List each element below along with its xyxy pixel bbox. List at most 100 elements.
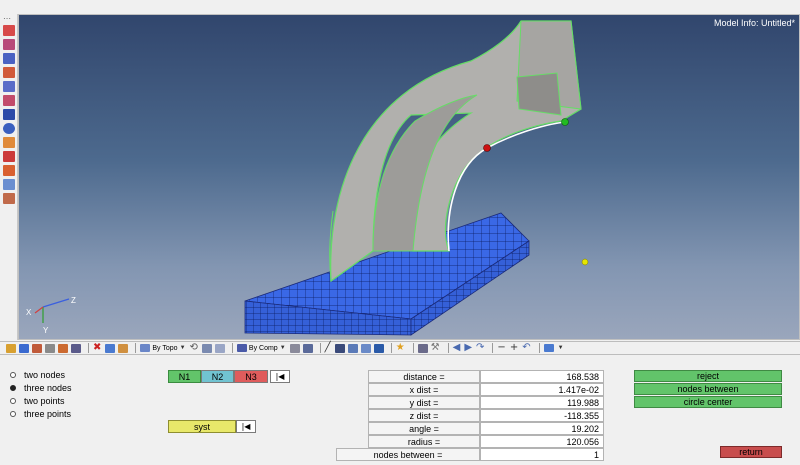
tool-icon-5[interactable]	[58, 343, 68, 353]
wrench-icon[interactable]: ⚒	[431, 343, 440, 353]
left-tool-icon-7[interactable]	[3, 109, 15, 120]
chevron-down-icon: ▼	[557, 345, 564, 351]
tool-icon-15[interactable]	[360, 343, 371, 353]
radio-two-points[interactable]: two points	[10, 396, 65, 406]
delete-icon[interactable]: ✖	[93, 343, 101, 353]
tool-icon-1[interactable]	[6, 343, 16, 353]
monitor-icon[interactable]	[373, 343, 384, 353]
model-scene[interactable]: Z Y X	[19, 15, 800, 340]
angle-value: 19.202	[480, 422, 604, 435]
axis-y-label: Y	[43, 326, 49, 335]
left-tool-icon-3[interactable]	[3, 53, 15, 64]
distance-value: 168.538	[480, 370, 604, 383]
radio-label: three nodes	[24, 383, 72, 393]
nodes-between-value: 1	[480, 448, 604, 461]
arrow-left-icon[interactable]: ◀	[453, 343, 461, 353]
lasso-icon[interactable]: ⟲	[190, 343, 198, 353]
z-dist-label: z dist =	[368, 409, 480, 422]
x-dist-value: 1.417e-02	[480, 383, 604, 396]
tool-icon-9[interactable]	[201, 343, 212, 353]
radio-label: two points	[24, 396, 65, 406]
left-tool-icon-13[interactable]	[3, 193, 15, 204]
extra-dropdown[interactable]: ▼	[543, 344, 564, 352]
tool-icon-17	[543, 344, 554, 352]
syst-button[interactable]: syst	[168, 420, 236, 433]
left-tool-icon-4[interactable]	[3, 67, 15, 78]
yellow-point[interactable]	[581, 258, 589, 266]
nodes-between-label: nodes between =	[336, 448, 480, 461]
axis-triad: Z Y X	[26, 296, 76, 335]
circle-center-button[interactable]: circle center	[634, 396, 782, 408]
star-icon[interactable]: ★	[396, 343, 405, 353]
radio-two-nodes[interactable]: two nodes	[10, 370, 65, 380]
info-icon[interactable]	[3, 123, 15, 134]
toolbar-separator	[390, 343, 392, 353]
reject-button[interactable]: reject	[634, 370, 782, 382]
radio-label: two nodes	[24, 370, 66, 380]
node-reset-button[interactable]: |◀	[270, 370, 290, 383]
line-icon[interactable]: ╱	[325, 343, 331, 353]
return-button[interactable]: return	[720, 446, 782, 458]
radio-dot	[10, 411, 16, 417]
nodes-between-button[interactable]: nodes between	[634, 383, 782, 395]
model-info-label: Model Info: Untitled*	[713, 18, 795, 28]
measure-panel: two nodes three nodes two points three p…	[0, 356, 800, 465]
minus-icon[interactable]: −	[497, 343, 505, 353]
left-toolbar: ⋯	[0, 14, 18, 340]
toolbar-grip[interactable]: ⋯	[3, 15, 11, 23]
toolbar-separator	[412, 343, 414, 353]
toolbar-separator	[231, 343, 233, 353]
syst-reset-button[interactable]: |◀	[236, 420, 256, 433]
tool-icon-2[interactable]	[19, 343, 29, 353]
n1-button[interactable]: N1	[168, 370, 201, 383]
radio-dot-selected	[10, 385, 16, 391]
y-dist-value: 119.988	[480, 396, 604, 409]
toolbar-separator	[88, 343, 89, 353]
graphics-viewport[interactable]: Z Y X Model Info: Untitled*	[18, 14, 800, 340]
radius-value: 120.056	[480, 435, 604, 448]
curve-icon[interactable]: ↶	[522, 343, 530, 353]
tool-icon-14[interactable]	[347, 343, 358, 353]
curve-arrow-icon[interactable]: ↷	[476, 343, 484, 353]
plus-icon[interactable]: +	[510, 343, 518, 353]
radio-three-nodes[interactable]: three nodes	[10, 383, 72, 393]
n2-button[interactable]: N2	[201, 370, 234, 383]
chevron-down-icon: ▼	[279, 345, 286, 351]
tool-icon-8[interactable]	[118, 343, 129, 353]
arrow-right-icon[interactable]: ▶	[464, 343, 472, 353]
radio-three-points[interactable]: three points	[10, 409, 71, 419]
left-tool-icon-11[interactable]	[3, 165, 15, 176]
n3-button[interactable]: N3	[234, 370, 268, 383]
left-tool-icon-10[interactable]	[3, 151, 15, 162]
left-tool-icon-5[interactable]	[3, 81, 15, 92]
tool-icon-11[interactable]	[289, 343, 300, 353]
tool-icon-6[interactable]	[71, 343, 81, 353]
toolbar-separator	[135, 343, 137, 353]
topo-dropdown-label: By Topo	[152, 344, 178, 352]
topo-dropdown[interactable]: By Topo ▼	[140, 344, 186, 352]
red-node[interactable]	[483, 144, 491, 152]
tool-icon-16[interactable]	[417, 343, 428, 353]
tool-icon-12[interactable]	[302, 343, 313, 353]
left-tool-icon-6[interactable]	[3, 95, 15, 106]
comp-icon	[236, 344, 247, 352]
axis-z-label: Z	[71, 296, 76, 305]
tool-icon-4[interactable]	[45, 343, 55, 353]
left-tool-icon-12[interactable]	[3, 179, 15, 190]
main-toolbar: ✖ By Topo ▼ ⟲ By Comp ▼ ╱ ★ ⚒ ◀ ▶ ↷ − + …	[0, 341, 800, 355]
tool-icon-7[interactable]	[105, 343, 116, 353]
tool-icon-3[interactable]	[32, 343, 42, 353]
tool-icon-10[interactable]	[214, 343, 225, 353]
left-tool-icon-2[interactable]	[3, 39, 15, 50]
green-node[interactable]	[561, 118, 569, 126]
toolbar-separator	[492, 343, 494, 353]
comp-dropdown-label: By Comp	[248, 344, 278, 352]
y-dist-label: y dist =	[368, 396, 480, 409]
left-tool-icon-1[interactable]	[3, 25, 15, 36]
comp-dropdown[interactable]: By Comp ▼	[236, 344, 286, 352]
radio-dot	[10, 372, 16, 378]
tool-icon-13[interactable]	[334, 343, 345, 353]
chevron-down-icon: ▼	[179, 345, 186, 351]
left-tool-icon-9[interactable]	[3, 137, 15, 148]
toolbar-separator	[447, 343, 449, 353]
